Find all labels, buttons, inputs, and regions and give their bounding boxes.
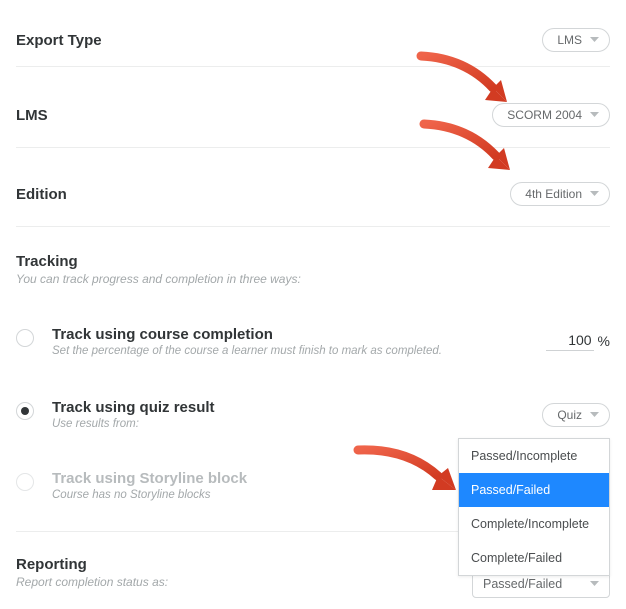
- edition-label: Edition: [16, 186, 67, 203]
- chevron-down-icon: [590, 412, 599, 418]
- divider: [16, 147, 610, 148]
- divider: [16, 226, 610, 227]
- lms-dropdown[interactable]: SCORM 2004: [492, 103, 610, 127]
- lms-label: LMS: [16, 107, 48, 124]
- reporting-subtitle: Report completion status as:: [16, 575, 168, 589]
- option-subtitle: Use results from:: [52, 418, 530, 430]
- reporting-dropdown-panel: Passed/Incomplete Passed/Failed Complete…: [458, 438, 610, 576]
- chevron-down-icon: [590, 112, 599, 118]
- radio-quiz-result[interactable]: [16, 402, 34, 420]
- tracking-option-quiz-result: Track using quiz result Use results from…: [16, 373, 610, 446]
- quiz-dropdown[interactable]: Quiz: [542, 403, 610, 427]
- chevron-down-icon: [590, 191, 599, 197]
- radio-storyline: [16, 473, 34, 491]
- option-main: Track using course completion Set the pe…: [52, 326, 534, 357]
- reporting-option-complete-incomplete[interactable]: Complete/Incomplete: [459, 507, 609, 541]
- quiz-select-wrap: Quiz: [542, 403, 610, 427]
- export-type-value: LMS: [557, 33, 582, 47]
- export-type-row: Export Type LMS: [16, 18, 610, 66]
- reporting-option-passed-failed[interactable]: Passed/Failed: [459, 473, 609, 507]
- tracking-option-course-completion: Track using course completion Set the pe…: [16, 298, 610, 373]
- percent-field-wrap: %: [546, 330, 610, 351]
- edition-value: 4th Edition: [525, 187, 582, 201]
- divider: [16, 66, 610, 67]
- option-title: Track using quiz result: [52, 399, 530, 416]
- reporting-select-value: Passed/Failed: [483, 577, 562, 591]
- quiz-dropdown-value: Quiz: [557, 408, 582, 422]
- tracking-header: Tracking You can track progress and comp…: [16, 233, 610, 298]
- percent-suffix: %: [598, 333, 610, 349]
- chevron-down-icon: [590, 37, 599, 43]
- edition-dropdown[interactable]: 4th Edition: [510, 182, 610, 206]
- chevron-down-icon: [590, 581, 599, 587]
- tracking-label: Tracking: [16, 253, 610, 270]
- reporting-option-passed-incomplete[interactable]: Passed/Incomplete: [459, 439, 609, 473]
- completion-percent-input[interactable]: [546, 330, 594, 351]
- reporting-left: Reporting Report completion status as:: [16, 556, 168, 589]
- radio-course-completion[interactable]: [16, 329, 34, 347]
- lms-row: LMS SCORM 2004: [16, 73, 610, 147]
- reporting-option-complete-failed[interactable]: Complete/Failed: [459, 541, 609, 575]
- export-type-dropdown[interactable]: LMS: [542, 28, 610, 52]
- option-main: Track using quiz result Use results from…: [52, 399, 530, 430]
- export-type-label: Export Type: [16, 32, 102, 49]
- tracking-subtitle: You can track progress and completion in…: [16, 272, 610, 286]
- reporting-label: Reporting: [16, 556, 168, 573]
- lms-value: SCORM 2004: [507, 108, 582, 122]
- option-title: Track using course completion: [52, 326, 534, 343]
- option-subtitle: Set the percentage of the course a learn…: [52, 345, 534, 357]
- edition-row: Edition 4th Edition: [16, 154, 610, 226]
